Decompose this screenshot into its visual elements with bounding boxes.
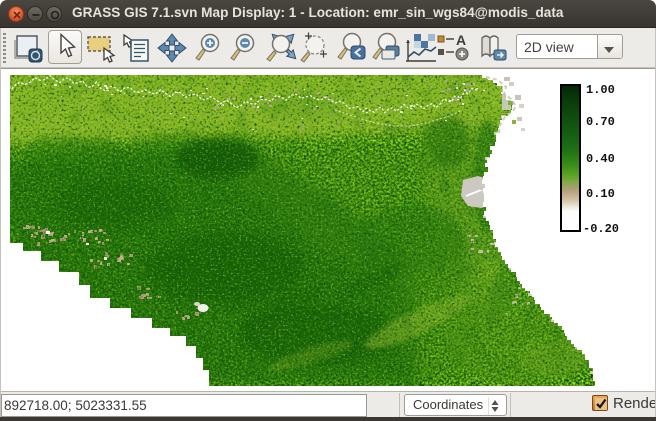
svg-text:0.70: 0.70 — [586, 115, 615, 129]
svg-text:1.00: 1.00 — [586, 83, 615, 97]
svg-text:0.40: 0.40 — [586, 152, 615, 166]
svg-text:0.10: 0.10 — [586, 187, 615, 201]
svg-text:A: A — [456, 32, 466, 48]
svg-text:-0.20: -0.20 — [583, 222, 619, 236]
